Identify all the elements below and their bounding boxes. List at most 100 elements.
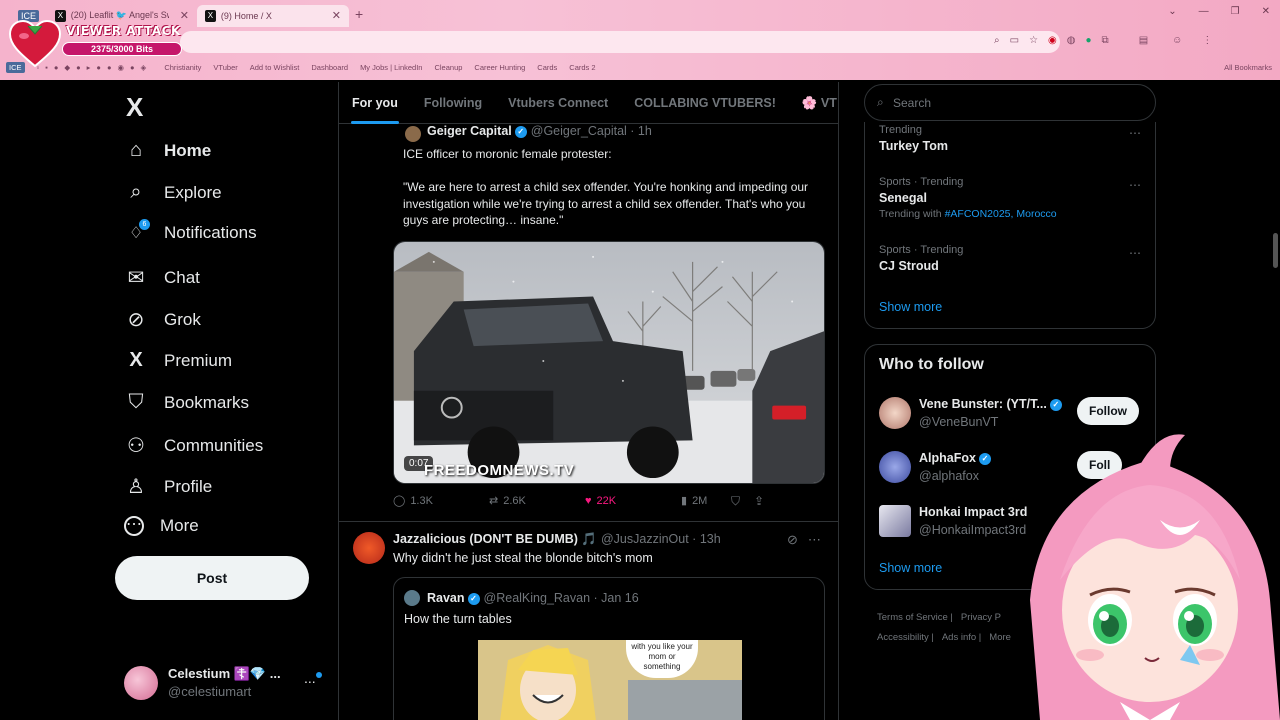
nav-chat[interactable]: ✉ Chat bbox=[124, 265, 200, 290]
footer-accessibility[interactable]: Accessibility | bbox=[877, 632, 934, 643]
nav-bookmarks[interactable]: ⛉ Bookmarks bbox=[124, 391, 250, 414]
heart-icon: ♥ bbox=[585, 494, 592, 507]
page-scrollbar[interactable] bbox=[1273, 233, 1278, 268]
maximize-button[interactable]: ❐ bbox=[1231, 6, 1240, 17]
more-icon[interactable]: ... bbox=[304, 670, 316, 686]
nav-explore[interactable]: ⌕ Explore bbox=[124, 181, 221, 204]
nav-profile[interactable]: ♙ Profile bbox=[124, 474, 212, 499]
avatar bbox=[879, 451, 911, 483]
repost-button[interactable]: ⇄ 2.6K bbox=[489, 494, 585, 508]
nav-communities[interactable]: ⚇ Communities bbox=[124, 433, 263, 458]
trend-category: Sports · Trending bbox=[879, 176, 964, 188]
tweet-author[interactable]: Geiger Capital ✓ @Geiger_Capital · 1h bbox=[427, 124, 652, 138]
bookmark-linkedin[interactable]: My Jobs | LinkedIn bbox=[360, 63, 422, 72]
trend-name: CJ Stroud bbox=[879, 259, 939, 273]
nav-notifications[interactable]: ♢ 6 Notifications bbox=[124, 219, 257, 243]
trend-item[interactable]: Sports · Trending Senegal Trending with … bbox=[879, 176, 1057, 220]
nav-more[interactable]: ⋯ More bbox=[124, 516, 199, 536]
zoom-icon[interactable]: ⌕ bbox=[994, 35, 1000, 46]
bookmark-cards2[interactable]: Cards 2 bbox=[569, 63, 595, 72]
tab-bar: ICE X (20) Leaflit 🐦 Angel's Sword (4 ✕ … bbox=[0, 0, 1280, 28]
footer-terms[interactable]: Terms of Service | bbox=[877, 612, 953, 623]
minimize-button[interactable]: — bbox=[1199, 6, 1209, 17]
left-navigation: X ⌂ Home ⌕ Explore ♢ 6 Notifications ✉ Ch… bbox=[110, 82, 338, 720]
more-icon[interactable]: ⋯ bbox=[1129, 246, 1141, 260]
search-box[interactable]: ⌕ Search bbox=[864, 84, 1156, 121]
all-bookmarks[interactable]: All Bookmarks bbox=[1224, 63, 1272, 72]
avatar[interactable] bbox=[353, 532, 385, 564]
verified-icon: ✓ bbox=[467, 592, 480, 605]
address-bar[interactable] bbox=[180, 31, 1060, 53]
star-icon[interactable]: ☆ bbox=[1029, 35, 1038, 46]
tab-following[interactable]: Following bbox=[411, 82, 495, 124]
bookmark-dashboard[interactable]: Dashboard bbox=[311, 63, 348, 72]
nav-grok-label: Grok bbox=[164, 309, 201, 329]
close-window-button[interactable]: ✕ bbox=[1262, 6, 1270, 17]
reply-button[interactable]: ◯ 1.3K bbox=[393, 494, 489, 508]
more-icon[interactable]: ⋯ bbox=[1129, 126, 1141, 140]
post-button[interactable]: Post bbox=[115, 556, 309, 600]
avatar bbox=[879, 397, 911, 429]
grok-icon[interactable]: ⊘ bbox=[787, 532, 798, 548]
tab-for-you[interactable]: For you bbox=[339, 82, 411, 124]
trend-tags-link[interactable]: #AFCON2025, Morocco bbox=[945, 208, 1057, 220]
account-switcher[interactable]: Celestium ☦️💎 ... @celestiumart ... bbox=[124, 664, 334, 704]
trend-category: Sports · Trending bbox=[879, 244, 964, 256]
tab-collabing-vtubers[interactable]: COLLABING VTUBERS! bbox=[621, 82, 789, 124]
share-icon[interactable]: ⇪ bbox=[754, 494, 764, 509]
suggestion-name: Vene Bunster: (YT/T... ✓ bbox=[919, 397, 1062, 411]
more-icon[interactable]: ⋯ bbox=[1129, 178, 1141, 192]
reply-icon: ◯ bbox=[393, 495, 406, 507]
close-icon[interactable]: ✕ bbox=[332, 9, 341, 22]
trend-context-label: Trending with bbox=[879, 208, 942, 220]
new-tab-button[interactable]: + bbox=[355, 6, 363, 22]
cast-icon[interactable]: ▭ bbox=[1010, 35, 1019, 46]
nav-home[interactable]: ⌂ Home bbox=[124, 139, 211, 162]
search-input[interactable]: Search bbox=[893, 96, 931, 110]
nav-grok[interactable]: ⊘ Grok bbox=[124, 307, 201, 332]
bookmark-vtuber[interactable]: VTuber bbox=[213, 63, 237, 72]
bookmark-cleanup[interactable]: Cleanup bbox=[434, 63, 462, 72]
tab-vtubers-connect[interactable]: Vtubers Connect bbox=[495, 82, 621, 124]
tweet-header-icons: ⊘ ⋯ bbox=[787, 532, 821, 548]
kebab-menu-icon[interactable]: ⋮ bbox=[1202, 35, 1212, 46]
sidebar-icon[interactable]: ▤ bbox=[1139, 35, 1148, 46]
tab-home-x[interactable]: X (9) Home / X ✕ bbox=[197, 4, 350, 27]
bookmark-career[interactable]: Career Hunting bbox=[474, 63, 525, 72]
avatar[interactable] bbox=[405, 126, 421, 142]
bookmark-cards[interactable]: Cards bbox=[537, 63, 557, 72]
opera-icon[interactable]: ◉ bbox=[1048, 35, 1057, 46]
tab-search-icon[interactable]: ⌄ bbox=[1168, 6, 1176, 17]
bookmark-wishlist[interactable]: Add to Wishlist bbox=[250, 63, 300, 72]
extension-icon[interactable]: ◍ bbox=[1067, 35, 1076, 46]
like-button[interactable]: ♥ 22K bbox=[585, 494, 681, 507]
nav-premium-label: Premium bbox=[164, 350, 233, 370]
bookmark-icon[interactable]: ⛉ bbox=[731, 494, 740, 509]
show-more-link[interactable]: Show more bbox=[879, 300, 942, 314]
grammarly-icon[interactable]: ● bbox=[1086, 35, 1092, 46]
quote-image[interactable]: with you like your mom or something bbox=[478, 640, 742, 720]
tweet-author[interactable]: Jazzalicious (DON'T BE DUMB) 🎵 @JusJazzin… bbox=[393, 532, 721, 547]
footer-more[interactable]: More bbox=[989, 632, 1011, 643]
nav-premium[interactable]: X Premium bbox=[124, 349, 232, 372]
vtuber-avatar bbox=[1030, 434, 1280, 720]
trend-name: Turkey Tom bbox=[879, 139, 948, 153]
suggestion-name: Honkai Impact 3rd bbox=[919, 505, 1028, 519]
trend-item[interactable]: Sports · Trending CJ Stroud bbox=[879, 244, 963, 273]
puzzle-icon[interactable]: ⧉ bbox=[1102, 35, 1109, 46]
footer-ads[interactable]: Ads info | bbox=[942, 632, 981, 643]
footer-privacy[interactable]: Privacy P bbox=[961, 612, 1001, 623]
show-more-link[interactable]: Show more bbox=[879, 561, 942, 575]
x-logo[interactable]: X bbox=[126, 92, 143, 123]
viewer-attack-title: VIEWER ATTACK bbox=[66, 24, 181, 38]
more-icon[interactable]: ⋯ bbox=[808, 532, 821, 548]
tweet-video[interactable]: 0:07 FREEDOMNEWS.TV bbox=[393, 241, 825, 484]
person-icon: ♙ bbox=[127, 476, 145, 498]
nav-bookmarks-label: Bookmarks bbox=[164, 392, 250, 412]
quoted-tweet[interactable]: Ravan ✓ @RealKing_Ravan · Jan 16 How the t… bbox=[393, 577, 825, 720]
profile-icon[interactable]: ☺ bbox=[1172, 35, 1182, 46]
trend-item[interactable]: Trending Turkey Tom bbox=[879, 124, 948, 153]
tab-vt-a[interactable]: 🌸 VT A bbox=[789, 82, 838, 124]
viewer-attack-overlay: VIEWER ATTACK 2375/3000 Bits bbox=[8, 20, 184, 68]
author-name: Jazzalicious (DON'T BE DUMB) 🎵 bbox=[393, 532, 597, 546]
